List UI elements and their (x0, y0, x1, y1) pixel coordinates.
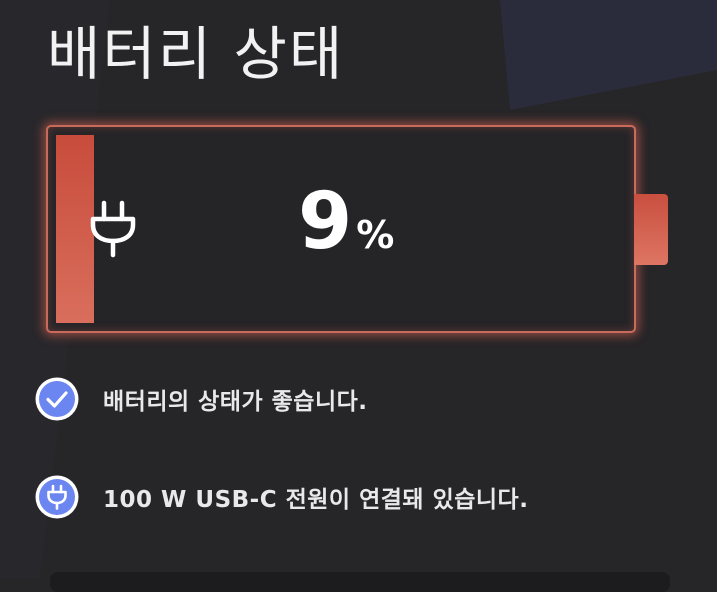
status-text-power: 100 W USB-C 전원이 연결돼 있습니다. (103, 487, 529, 513)
plug-icon (90, 200, 136, 258)
battery-percentage: 9% (298, 183, 394, 261)
battery-percentage-value: 9 (298, 177, 353, 267)
plug-icon (35, 475, 79, 519)
checkmark-icon (35, 377, 79, 421)
status-row-power: 100 W USB-C 전원이 연결돼 있습니다. (34, 474, 528, 520)
status-text-health: 배터리의 상태가 좋습니다. (103, 389, 368, 415)
status-row-health: 배터리의 상태가 좋습니다. (34, 376, 368, 422)
page-title: 배터리 상태 (47, 20, 345, 88)
next-section-panel (50, 572, 670, 592)
battery-terminal (634, 194, 668, 265)
battery-percentage-sign: % (356, 213, 395, 257)
